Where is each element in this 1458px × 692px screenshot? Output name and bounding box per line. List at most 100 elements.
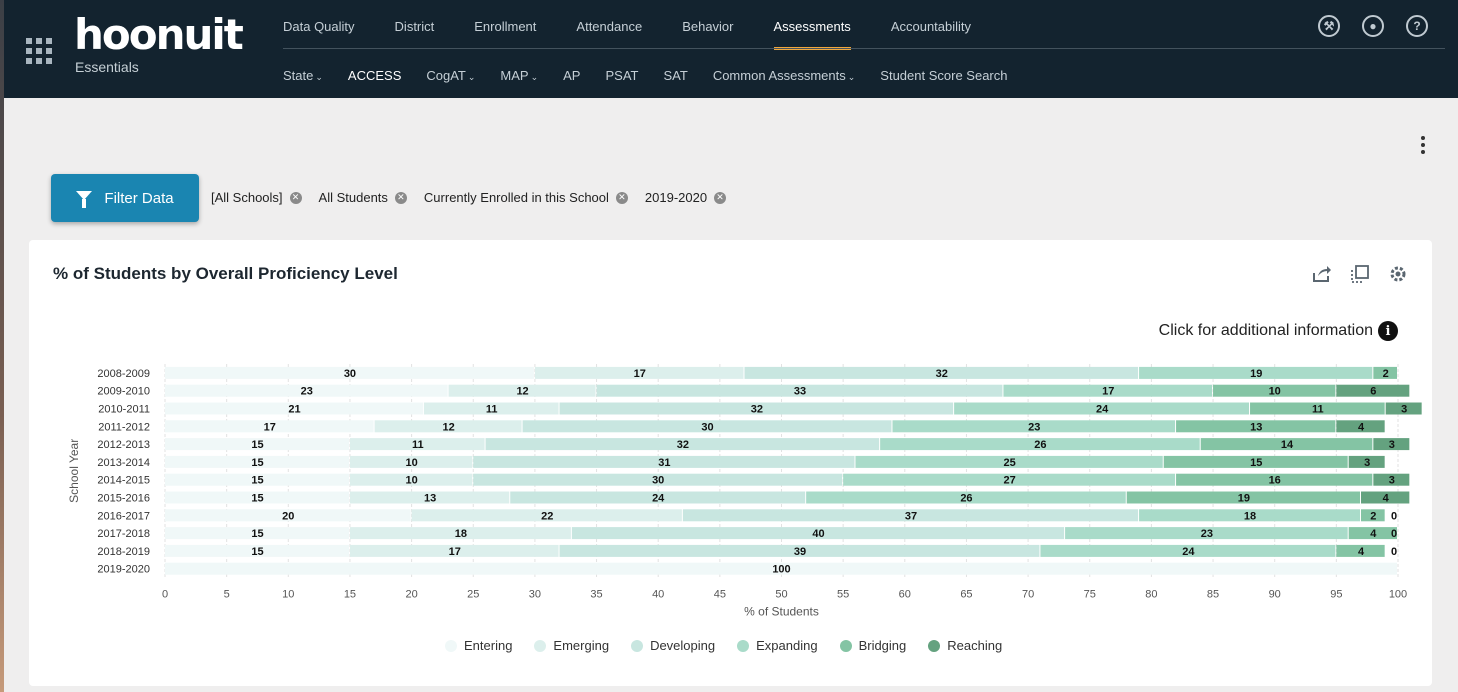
filter-chip-label: 2019-2020 xyxy=(644,190,708,205)
data-label: 24 xyxy=(1096,404,1109,416)
x-tick-label: 10 xyxy=(282,589,294,601)
x-tick-label: 95 xyxy=(1330,589,1342,601)
data-label: 13 xyxy=(1250,421,1262,433)
subtab-label: Common Assessments xyxy=(712,68,846,83)
chevron-down-icon: ⌄ xyxy=(315,72,323,82)
tab-enrollment[interactable]: Enrollment xyxy=(474,0,536,50)
legend-swatch xyxy=(631,639,644,652)
app-grid-icon[interactable] xyxy=(26,38,52,64)
filter-chip: 2019-2020 ✕ xyxy=(644,190,727,205)
legend-item-entering[interactable]: Entering xyxy=(445,638,512,653)
x-tick-label: 45 xyxy=(714,589,726,601)
x-tick-label: 25 xyxy=(467,589,479,601)
x-tick-label: 100 xyxy=(1389,589,1407,601)
more-options-icon[interactable] xyxy=(1419,136,1427,156)
chevron-down-icon: ⌄ xyxy=(467,72,476,82)
data-label: 4 xyxy=(1383,493,1390,505)
x-tick-label: 85 xyxy=(1207,589,1219,601)
tab-district[interactable]: District xyxy=(395,0,435,50)
subtab-map[interactable]: MAP ⌄ xyxy=(500,68,538,83)
chart-legend: Entering Emerging Developing Expanding Bridg… xyxy=(445,638,1024,653)
tab-behavior[interactable]: Behavior xyxy=(682,0,733,50)
y-tick-label: 2014-2015 xyxy=(97,475,150,487)
y-tick-label: 2015-2016 xyxy=(97,493,150,505)
legend-item-bridging[interactable]: Bridging xyxy=(839,638,906,653)
data-label: 30 xyxy=(344,368,356,380)
data-label: 13 xyxy=(424,493,436,505)
subtab-common-assessments[interactable]: Common Assessments ⌄ xyxy=(713,68,855,83)
subtab-ap[interactable]: AP xyxy=(563,68,580,83)
y-tick-label: 2018-2019 xyxy=(97,546,150,558)
remove-filter-icon[interactable]: ✕ xyxy=(615,191,628,204)
subtab-psat[interactable]: PSAT xyxy=(605,68,638,83)
data-label: 18 xyxy=(455,528,467,540)
subtab-sat[interactable]: SAT xyxy=(663,68,687,83)
tab-assessments[interactable]: Assessments xyxy=(773,0,851,50)
x-tick-label: 70 xyxy=(1022,589,1034,601)
filter-chip-label: Currently Enrolled in this School xyxy=(423,190,609,205)
filter-data-label: Filter Data xyxy=(104,189,174,207)
subtab-cogat[interactable]: CogAT ⌄ xyxy=(426,68,475,83)
data-label: 33 xyxy=(794,386,806,398)
y-tick-label: 2017-2018 xyxy=(97,528,150,540)
data-label: 3 xyxy=(1389,475,1395,487)
legend-swatch xyxy=(839,639,852,652)
tab-accountability[interactable]: Accountability xyxy=(891,0,971,50)
legend-label: Emerging xyxy=(553,638,610,653)
data-label: 26 xyxy=(1034,439,1046,451)
data-label: 18 xyxy=(1244,510,1256,522)
legend-item-reaching[interactable]: Reaching xyxy=(928,638,1002,653)
data-label: 22 xyxy=(541,510,553,522)
subtab-student-score-search[interactable]: Student Score Search xyxy=(880,68,1007,83)
y-axis-label: School Year xyxy=(67,439,81,503)
data-label: 0 xyxy=(1391,546,1397,558)
funnel-icon xyxy=(76,190,93,208)
data-label: 15 xyxy=(251,493,263,505)
subtab-state[interactable]: State ⌄ xyxy=(283,68,323,83)
tab-data-quality[interactable]: Data Quality xyxy=(283,0,355,50)
app-logo[interactable]: hoonuit xyxy=(74,10,244,59)
data-label: 0 xyxy=(1391,528,1397,540)
filter-chip: Currently Enrolled in this School ✕ xyxy=(424,190,628,205)
legend-item-emerging[interactable]: Emerging xyxy=(534,638,609,653)
data-label: 31 xyxy=(658,457,670,469)
legend-item-developing[interactable]: Developing xyxy=(631,638,715,653)
y-tick-label: 2013-2014 xyxy=(97,457,150,469)
x-tick-label: 80 xyxy=(1145,589,1157,601)
data-label: 100 xyxy=(772,564,790,576)
desktop-edge xyxy=(0,0,4,692)
data-label: 39 xyxy=(794,546,806,558)
x-tick-label: 15 xyxy=(344,589,356,601)
tools-icon[interactable]: ⚒ xyxy=(1318,15,1340,37)
data-label: 24 xyxy=(652,493,665,505)
subtab-access[interactable]: ACCESS xyxy=(348,68,401,83)
data-label: 27 xyxy=(1003,475,1015,487)
remove-filter-icon[interactable]: ✕ xyxy=(714,191,727,204)
remove-filter-icon[interactable]: ✕ xyxy=(394,191,407,204)
filter-data-button[interactable]: Filter Data xyxy=(51,174,199,222)
subtab-label: Student Score Search xyxy=(880,68,1008,83)
x-axis-label: % of Students xyxy=(744,605,819,619)
data-label: 32 xyxy=(751,404,763,416)
legend-label: Entering xyxy=(464,638,513,653)
subtab-label: ACCESS xyxy=(347,68,402,83)
data-label: 0 xyxy=(1391,510,1397,522)
help-icon[interactable]: ? xyxy=(1406,15,1428,37)
remove-filter-icon[interactable]: ✕ xyxy=(289,191,302,204)
data-label: 17 xyxy=(264,421,276,433)
nav-divider xyxy=(283,48,1445,49)
x-tick-label: 20 xyxy=(405,589,417,601)
data-label: 15 xyxy=(1250,457,1262,469)
x-tick-label: 75 xyxy=(1084,589,1096,601)
data-label: 3 xyxy=(1401,404,1407,416)
y-tick-label: 2019-2020 xyxy=(97,564,150,576)
legend-item-expanding[interactable]: Expanding xyxy=(737,638,818,653)
subtab-label: MAP xyxy=(500,68,529,83)
data-label: 17 xyxy=(634,368,646,380)
legend-swatch xyxy=(445,639,457,652)
tab-attendance[interactable]: Attendance xyxy=(576,0,642,50)
main-nav-tabs: Data Quality District Enrollment Attendance… xyxy=(283,0,1011,50)
app-logo-subtitle: Essentials xyxy=(75,59,139,75)
data-label: 23 xyxy=(1028,421,1040,433)
user-icon[interactable]: ● xyxy=(1362,15,1384,37)
